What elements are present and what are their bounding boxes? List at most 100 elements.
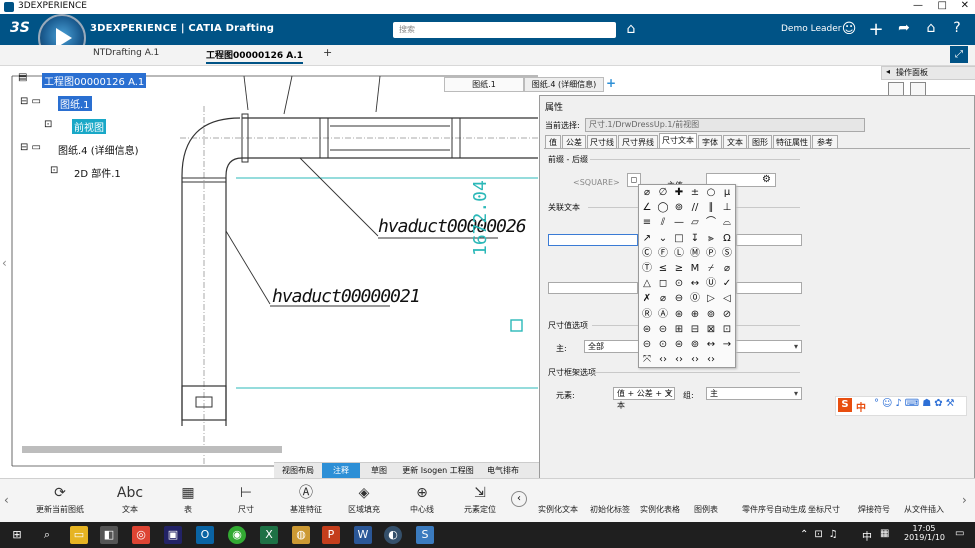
- tag-icon[interactable]: ⌂: [622, 21, 640, 37]
- palette-symbol[interactable]: Ω: [719, 231, 735, 246]
- tree-sheet4[interactable]: 图纸.4 (详细信息): [58, 142, 139, 157]
- palette-symbol[interactable]: →: [719, 337, 735, 352]
- palette-symbol[interactable]: ⌓: [719, 215, 735, 230]
- minimize-icon[interactable]: —: [913, 0, 923, 11]
- palette-symbol[interactable]: ⫽: [655, 215, 671, 230]
- tab-property-7[interactable]: 图形: [748, 135, 772, 148]
- section-tab-2[interactable]: 草图: [360, 463, 398, 478]
- tool-label-4[interactable]: 零件序号自动生成: [742, 504, 806, 515]
- palette-symbol[interactable]: ⌄: [655, 231, 671, 246]
- palette-symbol[interactable]: ⓪: [687, 291, 703, 306]
- fullscreen-icon[interactable]: ⤢: [950, 46, 968, 63]
- palette-symbol[interactable]: ↗: [639, 231, 655, 246]
- palette-symbol[interactable]: ↔: [703, 337, 719, 352]
- maximize-icon[interactable]: □: [938, 0, 947, 11]
- palette-symbol[interactable]: Ⓒ: [639, 246, 655, 261]
- tab-property-2[interactable]: 尺寸线: [587, 135, 617, 148]
- palette-symbol[interactable]: //: [687, 200, 703, 215]
- section-tab-4[interactable]: 电气排布: [478, 463, 528, 478]
- palette-symbol[interactable]: ↧: [687, 231, 703, 246]
- associated-text-field-1[interactable]: [548, 234, 638, 246]
- palette-symbol[interactable]: ↔: [687, 276, 703, 291]
- palette-symbol[interactable]: ‹›: [671, 352, 687, 367]
- sheet-tab-1[interactable]: 图纸.1: [444, 77, 524, 92]
- palette-symbol[interactable]: ⊙: [655, 337, 671, 352]
- close-icon[interactable]: ✕: [961, 0, 969, 11]
- file-explorer-icon[interactable]: ▭: [70, 526, 88, 544]
- palette-symbol[interactable]: ⌀: [655, 291, 671, 306]
- taskbar-clock[interactable]: 17:05 2019/1/10: [904, 524, 945, 542]
- toolbar-scroll-right-icon[interactable]: ›: [962, 493, 967, 507]
- palette-symbol[interactable]: ⊝: [639, 337, 655, 352]
- add-icon[interactable]: +: [867, 19, 885, 40]
- tab-property-5[interactable]: 字体: [698, 135, 722, 148]
- taskbar-ime[interactable]: 中: [862, 528, 872, 543]
- palette-symbol[interactable]: ⊥: [719, 200, 735, 215]
- palette-symbol[interactable]: ∠: [639, 200, 655, 215]
- current-selection-field[interactable]: 尺寸.1/DrwDressUp.1/前视图: [585, 118, 865, 132]
- palette-symbol[interactable]: ▷: [703, 291, 719, 306]
- tool-label-0[interactable]: 实例化文本: [538, 504, 578, 515]
- windows-start-icon[interactable]: ⊞: [8, 526, 26, 544]
- palette-symbol[interactable]: Ⓡ: [639, 307, 655, 322]
- datum-feature-button[interactable]: Ⓐ 基准特征: [280, 482, 332, 515]
- palette-symbol[interactable]: ◁: [719, 291, 735, 306]
- user-name[interactable]: Demo Leader: [781, 24, 841, 34]
- solidworks-icon[interactable]: S: [416, 526, 434, 544]
- tray-icons[interactable]: ⌃⊡♫: [800, 529, 844, 540]
- palette-symbol[interactable]: ⊡: [719, 322, 735, 337]
- palette-symbol[interactable]: μ: [719, 185, 735, 200]
- associated-text-field-4[interactable]: [736, 282, 802, 294]
- store-icon[interactable]: ◧: [100, 526, 118, 544]
- palette-symbol[interactable]: ⊠: [703, 322, 719, 337]
- palette-symbol[interactable]: ⊕: [687, 307, 703, 322]
- group-select[interactable]: 主: [706, 387, 802, 400]
- palette-symbol[interactable]: ⊘: [719, 307, 735, 322]
- palette-symbol[interactable]: —: [671, 215, 687, 230]
- palette-symbol[interactable]: ∅: [655, 185, 671, 200]
- palette-symbol[interactable]: ⌀: [639, 185, 655, 200]
- tree-part2d[interactable]: 2D 部件.1: [74, 165, 121, 180]
- palette-symbol[interactable]: [719, 352, 735, 367]
- palette-symbol[interactable]: ▱: [687, 215, 703, 230]
- palette-symbol[interactable]: Ⓤ: [703, 276, 719, 291]
- ime-mode[interactable]: 中: [856, 399, 866, 414]
- palette-symbol[interactable]: Ⓐ: [655, 307, 671, 322]
- palette-symbol[interactable]: ⊞: [671, 322, 687, 337]
- chrome-icon[interactable]: ◉: [228, 526, 246, 544]
- toolbar-scroll-left-icon[interactable]: ‹: [4, 493, 9, 507]
- symbol-library-icon[interactable]: ⚙: [762, 174, 771, 185]
- user-avatar-icon[interactable]: ☺: [840, 21, 858, 37]
- palette-symbol[interactable]: Ⓢ: [719, 246, 735, 261]
- tree-root[interactable]: 工程图00000126 A.1: [42, 73, 147, 88]
- palette-symbol[interactable]: ⌀: [719, 261, 735, 276]
- palette-symbol[interactable]: ⊜: [639, 322, 655, 337]
- element-select[interactable]: 值 + 公差 + 文本: [613, 387, 675, 410]
- tab-ntdrafting[interactable]: NTDrafting A.1: [93, 48, 159, 58]
- palette-symbol[interactable]: Ⓣ: [639, 261, 655, 276]
- palette-symbol[interactable]: ⊝: [655, 322, 671, 337]
- outlook-icon[interactable]: O: [196, 526, 214, 544]
- tool-label-5[interactable]: 坐标尺寸: [808, 504, 840, 515]
- tree-front-view[interactable]: 前视图: [72, 119, 106, 134]
- palette-symbol[interactable]: ≡: [639, 215, 655, 230]
- taskbar-search-icon[interactable]: ⌕: [38, 526, 56, 544]
- tab-property-6[interactable]: 文本: [723, 135, 747, 148]
- tab-property-8[interactable]: 特征属性: [773, 135, 811, 148]
- add-sheet-button[interactable]: +: [606, 76, 616, 90]
- palette-symbol[interactable]: M: [687, 261, 703, 276]
- powerpoint-icon[interactable]: P: [322, 526, 340, 544]
- ime-tools-icon[interactable]: °☺♪⌨☗✿⚒: [874, 398, 958, 409]
- palette-symbol[interactable]: Ⓕ: [655, 246, 671, 261]
- table-button[interactable]: ▦ 表: [162, 482, 214, 515]
- tab-property-1[interactable]: 公差: [562, 135, 586, 148]
- app-icon-2[interactable]: ◍: [292, 526, 310, 544]
- palette-symbol[interactable]: ≥: [671, 261, 687, 276]
- associated-text-field-2[interactable]: [736, 234, 802, 246]
- tab-property-3[interactable]: 尺寸界线: [618, 135, 658, 148]
- search-input[interactable]: 搜索: [393, 22, 616, 38]
- tree-sheet1[interactable]: 图纸.1: [58, 96, 92, 111]
- palette-symbol[interactable]: ⊟: [687, 322, 703, 337]
- palette-symbol[interactable]: ◯: [655, 200, 671, 215]
- share-icon[interactable]: ➦: [895, 20, 913, 36]
